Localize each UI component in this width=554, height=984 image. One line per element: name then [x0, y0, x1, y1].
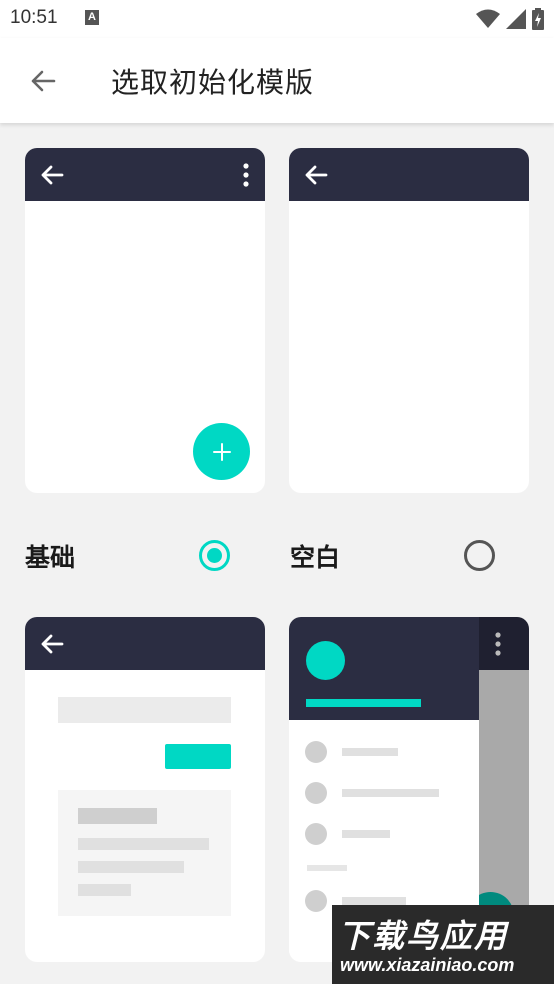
preview-toolbar: [25, 617, 265, 670]
placeholder-line: [78, 808, 157, 824]
template-label-blank: 空白: [290, 543, 341, 572]
drawer-item-line: [342, 830, 390, 838]
preview-fab: [193, 423, 250, 480]
placeholder-panel: [58, 790, 231, 916]
signal-icon: [506, 9, 526, 29]
preview-toolbar: [25, 148, 265, 201]
avatar: [306, 641, 345, 680]
app-bar: 选取初始化模版: [0, 38, 554, 123]
more-vert-icon: [243, 163, 249, 187]
arrow-left-icon: [41, 634, 64, 654]
more-vert-icon: [495, 632, 501, 656]
template-card-blank[interactable]: [289, 148, 529, 493]
notification-a-icon: A: [85, 10, 99, 25]
drawer-scrim-toolbar: [479, 617, 529, 670]
wifi-icon: [476, 9, 500, 28]
watermark-logo: 下载鸟应用 www.xiazainiao.com: [332, 905, 554, 984]
status-time: 10:51: [10, 7, 58, 28]
placeholder-line: [78, 861, 184, 873]
placeholder-line: [78, 838, 209, 850]
back-button[interactable]: [22, 60, 64, 102]
battery-charging-icon: [532, 8, 544, 30]
arrow-left-icon: [31, 70, 56, 92]
drawer-item-line: [342, 897, 406, 905]
drawer-item-dot: [305, 890, 327, 912]
drawer-item-line: [342, 789, 439, 797]
plus-icon: [212, 442, 231, 461]
template-card-detail[interactable]: [25, 617, 265, 962]
status-icons: [476, 7, 544, 31]
watermark-url-text: www.xiazainiao.com: [340, 955, 515, 975]
drawer-item-line: [342, 748, 398, 756]
template-card-basic[interactable]: [25, 148, 265, 493]
arrow-left-icon: [305, 165, 328, 185]
radio-basic-selected[interactable]: [199, 540, 230, 571]
radio-blank-unselected[interactable]: [464, 540, 495, 571]
watermark-main-text: 下载鸟应用: [338, 917, 509, 955]
placeholder-bar: [58, 697, 231, 723]
arrow-left-icon: [41, 165, 64, 185]
page-title: 选取初始化模版: [111, 66, 315, 99]
placeholder-accent-button: [165, 744, 231, 769]
preview-toolbar: [289, 148, 529, 201]
drawer-item-dot: [305, 823, 327, 845]
drawer-header: [289, 617, 479, 720]
template-label-basic: 基础: [25, 543, 76, 572]
status-bar: 10:51 A: [0, 0, 554, 38]
placeholder-line: [78, 884, 131, 896]
drawer-item-dot: [305, 782, 327, 804]
drawer-divider: [307, 865, 347, 871]
header-accent-line: [306, 699, 421, 707]
drawer-item-dot: [305, 741, 327, 763]
